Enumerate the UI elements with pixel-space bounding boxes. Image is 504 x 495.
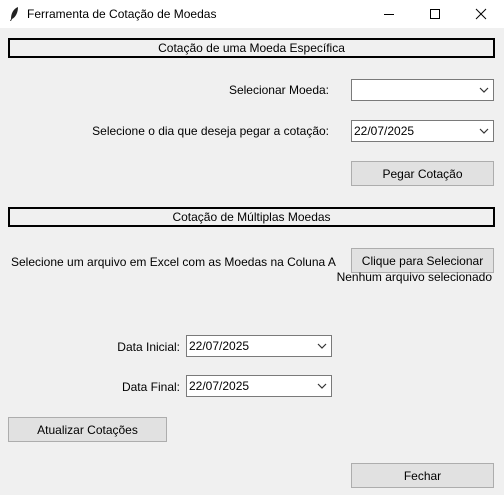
app-window: Ferramenta de Cotação de Moedas Cotação … — [0, 0, 504, 495]
close-window-button[interactable] — [458, 0, 504, 28]
file-instruction-label: Selecione um arquivo em Excel com as Moe… — [11, 255, 336, 269]
minimize-icon — [384, 14, 394, 15]
feather-icon — [10, 7, 18, 21]
multiple-currency-header: Cotação de Múltiplas Moedas — [8, 207, 495, 227]
date-label: Selecione o dia que deseja pegar a cotaç… — [92, 124, 329, 138]
currency-label: Selecionar Moeda: — [228, 83, 329, 97]
end-date-label: Data Final: — [121, 380, 180, 394]
update-quotes-button[interactable]: Atualizar Cotações — [8, 417, 167, 442]
chevron-down-icon — [479, 87, 489, 93]
minimize-button[interactable] — [366, 0, 412, 28]
start-date-label: Data Inicial: — [117, 340, 180, 354]
date-select[interactable]: 22/07/2025 — [351, 120, 494, 142]
close-icon — [475, 8, 487, 20]
end-date-select[interactable]: 22/07/2025 — [186, 375, 332, 397]
get-quote-button[interactable]: Pegar Cotação — [351, 161, 494, 186]
single-currency-header: Cotação de uma Moeda Específica — [8, 38, 495, 58]
window-title: Ferramenta de Cotação de Moedas — [27, 7, 217, 21]
currency-select[interactable] — [351, 79, 494, 101]
chevron-down-icon — [317, 383, 327, 389]
chevron-down-icon — [479, 128, 489, 134]
chevron-down-icon — [317, 343, 327, 349]
file-status-text: Nenhum arquivo selecionado — [336, 270, 492, 284]
maximize-icon — [430, 9, 440, 19]
date-select-value: 22/07/2025 — [354, 124, 415, 138]
close-button[interactable]: Fechar — [351, 463, 494, 488]
maximize-button[interactable] — [412, 0, 458, 28]
end-date-value: 22/07/2025 — [189, 379, 250, 393]
start-date-select[interactable]: 22/07/2025 — [186, 335, 332, 357]
start-date-value: 22/07/2025 — [189, 339, 250, 353]
title-bar: Ferramenta de Cotação de Moedas — [0, 0, 504, 28]
